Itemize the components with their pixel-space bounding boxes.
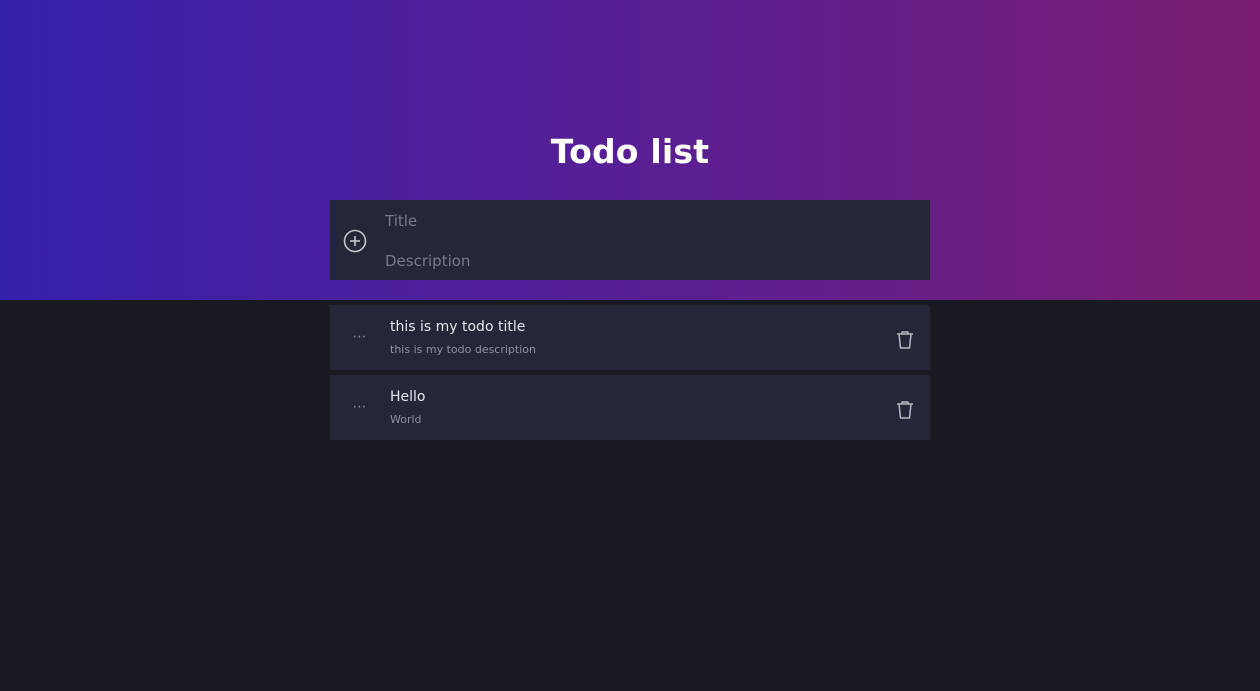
title-input[interactable]	[385, 209, 915, 233]
todo-description: World	[390, 413, 422, 426]
page-title: Todo list	[550, 132, 710, 171]
more-horizontal-icon[interactable]: ⋯	[348, 327, 372, 347]
trash-icon[interactable]	[894, 329, 916, 351]
more-horizontal-icon[interactable]: ⋯	[348, 397, 372, 417]
todo-item[interactable]: ⋯ Hello World	[330, 375, 930, 440]
trash-icon[interactable]	[894, 399, 916, 421]
todo-item[interactable]: ⋯ this is my todo title this is my todo …	[330, 305, 930, 370]
todo-title: this is my todo title	[390, 319, 526, 335]
plus-circle-icon[interactable]	[343, 229, 367, 253]
todo-description: this is my todo description	[390, 343, 536, 356]
description-input[interactable]	[385, 249, 915, 273]
todo-title: Hello	[390, 389, 426, 405]
